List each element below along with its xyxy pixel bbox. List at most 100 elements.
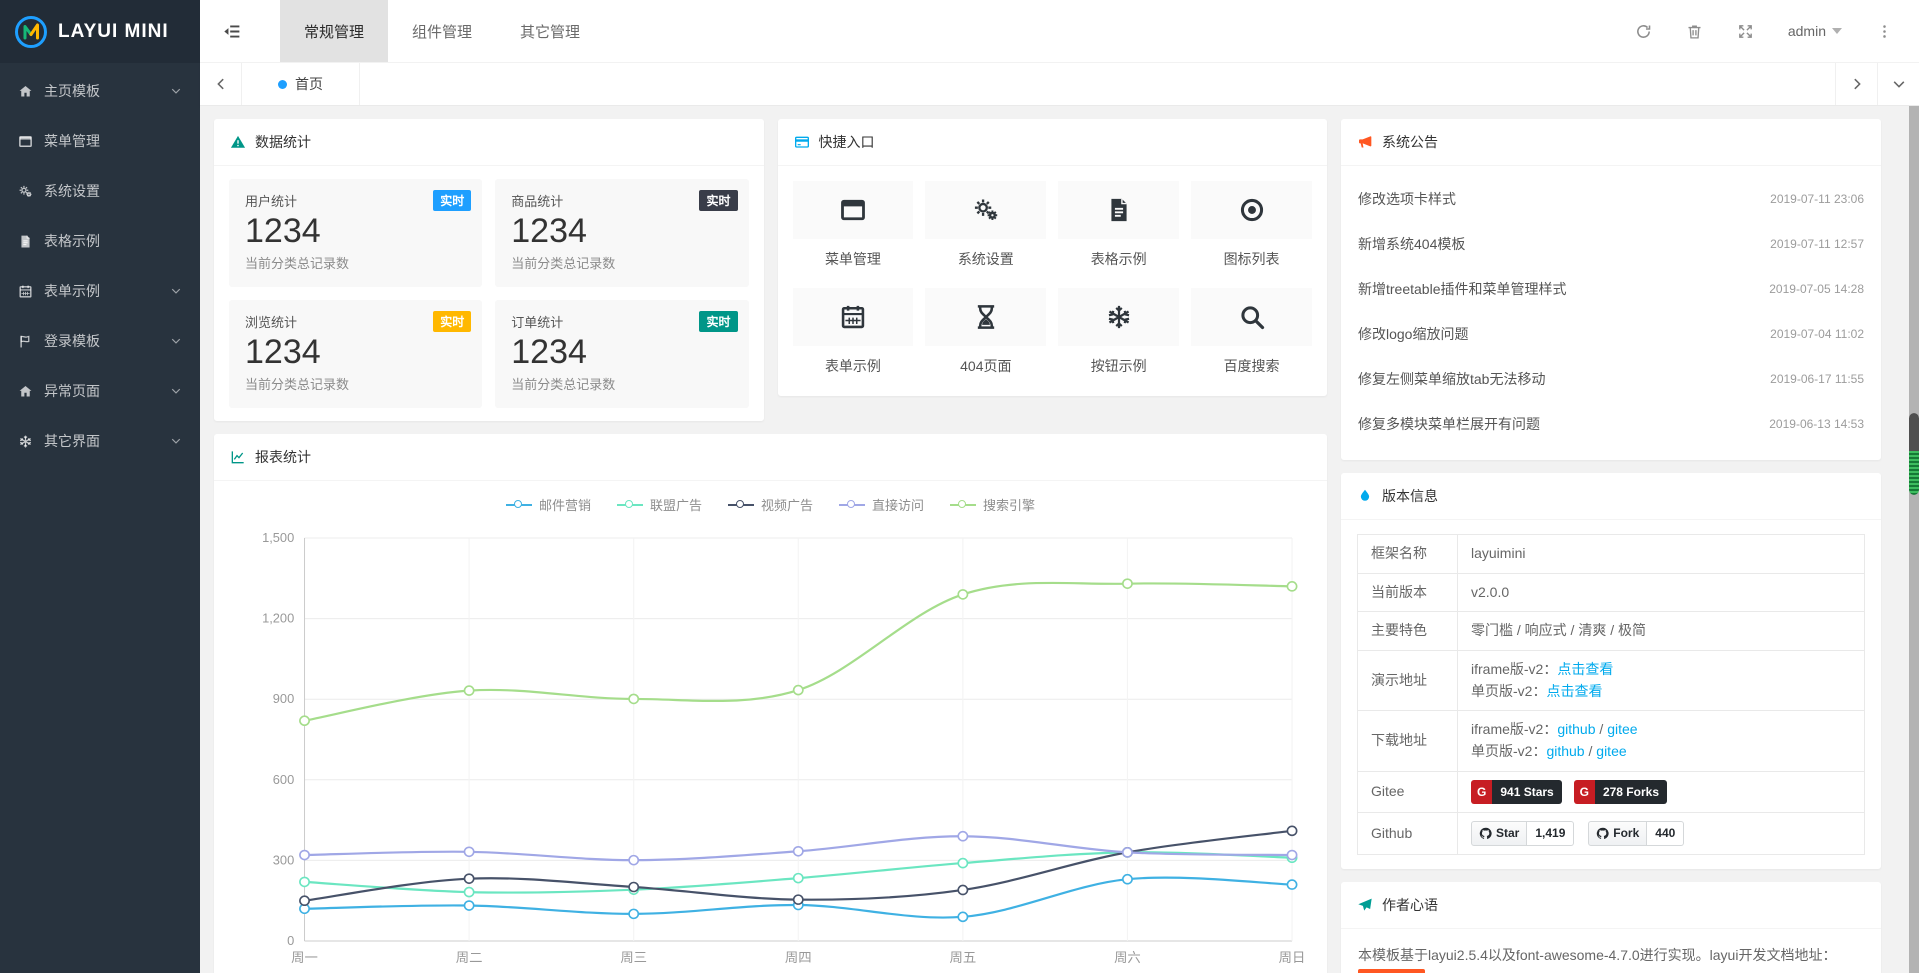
row-label: 演示地址 [1358, 651, 1458, 711]
sidebar-item-3[interactable]: 表格示例 [0, 216, 200, 266]
download-gitee-link[interactable]: gitee [1596, 743, 1626, 759]
sidebar-item-0[interactable]: 主页模板 [0, 66, 200, 116]
calendar-icon [839, 303, 867, 331]
report-card: 报表统计 邮件营销联盟广告视频广告直接访问搜索引擎 03006009001,20… [214, 434, 1327, 973]
demo-link-iframe[interactable]: 点击查看 [1557, 661, 1613, 677]
quick-entry-3[interactable]: 图标列表 [1191, 181, 1312, 269]
tab-qita[interactable]: 其它管理 [496, 0, 604, 62]
logo-text: LAYUI MINI [58, 21, 169, 43]
file-icon [1105, 196, 1133, 224]
right-column: 系统公告 修改选项卡样式2019-07-11 23:06新增系统404模板201… [1341, 119, 1881, 973]
download-github-link[interactable]: github [1546, 743, 1584, 759]
scrollbar-track[interactable] [1909, 106, 1919, 973]
app-root: LAYUI MINI 主页模板菜单管理系统设置表格示例表单示例登录模板异常页面其… [0, 0, 1919, 973]
author-card: 作者心语 本模板基于layui2.5.4以及font-awesome-4.7.0… [1341, 882, 1881, 973]
announcements-card: 系统公告 修改选项卡样式2019-07-11 23:06新增系统404模板201… [1341, 119, 1881, 460]
realtime-badge[interactable]: 实时 [433, 190, 471, 211]
author-header: 作者心语 [1341, 882, 1881, 929]
dotcircle-icon [1238, 196, 1266, 224]
download-gitee-link[interactable]: gitee [1607, 721, 1637, 737]
quick-entry-label: 系统设置 [925, 249, 1046, 269]
announcement-row-5[interactable]: 修复多模块菜单栏展开有问题2019-06-13 14:53 [1358, 401, 1864, 446]
legend-item[interactable]: 搜索引擎 [950, 495, 1035, 514]
version-card: 版本信息 框架名称 layuimini 当前版本 v2.0.0 [1341, 473, 1881, 869]
refresh-icon[interactable] [1635, 23, 1652, 40]
quick-grid: 菜单管理系统设置表格示例图标列表表单示例404页面按钮示例百度搜索 [778, 166, 1328, 396]
demo-link-spa[interactable]: 点击查看 [1546, 683, 1602, 699]
sidebar-item-6[interactable]: 异常页面 [0, 366, 200, 416]
announcement-row-0[interactable]: 修改选项卡样式2019-07-11 23:06 [1358, 176, 1864, 221]
announcement-time: 2019-07-11 23:06 [1770, 192, 1864, 206]
announcement-time: 2019-07-05 14:28 [1769, 282, 1864, 296]
sidebar-item-label: 主页模板 [44, 81, 159, 101]
flag-icon [18, 334, 33, 349]
stat-caption: 当前分类总记录数 [511, 374, 732, 393]
trash-icon[interactable] [1686, 23, 1703, 40]
announcement-row-3[interactable]: 修改logo缩放问题2019-07-04 11:02 [1358, 311, 1864, 356]
github-fork-badge[interactable]: Fork 440 [1588, 821, 1684, 846]
tabs-scroll-left-button[interactable] [200, 63, 242, 105]
realtime-badge[interactable]: 实时 [699, 190, 737, 211]
quick-entry-2[interactable]: 表格示例 [1058, 181, 1179, 269]
announcement-row-1[interactable]: 新增系统404模板2019-07-11 12:57 [1358, 221, 1864, 266]
collapse-menu-button[interactable] [200, 0, 262, 62]
version-header: 版本信息 [1341, 473, 1881, 520]
quick-entry-6[interactable]: 按钮示例 [1058, 288, 1179, 376]
download-github-link[interactable]: github [1557, 721, 1595, 737]
author-title: 作者心语 [1382, 895, 1438, 915]
row-label: 主要特色 [1358, 612, 1458, 651]
table-row: Github Star 1,419 Fork 440 [1358, 813, 1865, 855]
logo[interactable]: LAYUI MINI [0, 0, 200, 63]
tabs-menu-button[interactable] [1877, 63, 1919, 105]
credit-card-icon [794, 134, 810, 150]
link-separator: / [1585, 743, 1597, 759]
legend-item[interactable]: 邮件营销 [506, 495, 591, 514]
dl-line2-prefix: 单页版-v2： [1471, 743, 1546, 759]
page-tab-home-label: 首页 [295, 74, 323, 94]
user-dropdown[interactable]: admin [1788, 23, 1842, 39]
sidebar-item-5[interactable]: 登录模板 [0, 316, 200, 366]
sidebar-item-2[interactable]: 系统设置 [0, 166, 200, 216]
sidebar-item-1[interactable]: 菜单管理 [0, 116, 200, 166]
sidebar-item-label: 异常页面 [44, 381, 159, 401]
sidebar-item-label: 表格示例 [44, 231, 182, 251]
gitee-icon: G [1574, 780, 1595, 805]
gitee-stars-badge[interactable]: G941 Stars [1471, 780, 1562, 805]
main: 常规管理 组件管理 其它管理 admin [200, 0, 1919, 973]
page-tab-home[interactable]: 首页 [242, 63, 360, 105]
download-links: iframe版-v2：github / gitee 单页版-v2：github … [1458, 711, 1865, 771]
tab-changgui[interactable]: 常规管理 [280, 0, 388, 62]
github-star-badge[interactable]: Star 1,419 [1471, 821, 1574, 846]
quick-entry-label: 表格示例 [1058, 249, 1179, 269]
realtime-badge[interactable]: 实时 [699, 311, 737, 332]
quick-entry-4[interactable]: 表单示例 [793, 288, 914, 376]
gitee-forks-badge[interactable]: G278 Forks [1574, 780, 1667, 805]
file-icon [18, 234, 33, 249]
layui-doc-badge[interactable]: layui文档 [1358, 969, 1425, 973]
page-tabstrip: 首页 [200, 63, 1919, 106]
fullscreen-icon[interactable] [1737, 23, 1754, 40]
scrollbar-thumb[interactable] [1909, 413, 1919, 495]
more-vertical-icon[interactable] [1876, 23, 1893, 40]
sidebar-item-label: 菜单管理 [44, 131, 182, 151]
svg-text:周四: 周四 [785, 950, 812, 965]
chart-legend: 邮件营销 联盟广告 视频广告 直接访问 搜索引擎 [214, 481, 1327, 516]
stats-card: 数据统计 用户统计 1234 当前分类总记录数 实时 商品统计 1 [214, 119, 764, 421]
svg-text:周一: 周一 [291, 950, 318, 965]
legend-item[interactable]: 联盟广告 [617, 495, 702, 514]
realtime-badge[interactable]: 实时 [433, 311, 471, 332]
quick-entry-7[interactable]: 百度搜索 [1191, 288, 1312, 376]
sidebar-item-7[interactable]: 其它界面 [0, 416, 200, 466]
quick-entry-5[interactable]: 404页面 [925, 288, 1046, 376]
quick-entry-1[interactable]: 系统设置 [925, 181, 1046, 269]
quick-entry-0[interactable]: 菜单管理 [793, 181, 914, 269]
github-star-count: 1,419 [1527, 821, 1574, 846]
legend-item[interactable]: 视频广告 [728, 495, 813, 514]
announcement-row-4[interactable]: 修复左侧菜单缩放tab无法移动2019-06-17 11:55 [1358, 356, 1864, 401]
tab-zujian[interactable]: 组件管理 [388, 0, 496, 62]
legend-item[interactable]: 直接访问 [839, 495, 924, 514]
announcement-row-2[interactable]: 新增treetable插件和菜单管理样式2019-07-05 14:28 [1358, 266, 1864, 311]
sidebar-item-4[interactable]: 表单示例 [0, 266, 200, 316]
legend-marker-icon [839, 500, 865, 510]
tabs-scroll-right-button[interactable] [1835, 63, 1877, 105]
